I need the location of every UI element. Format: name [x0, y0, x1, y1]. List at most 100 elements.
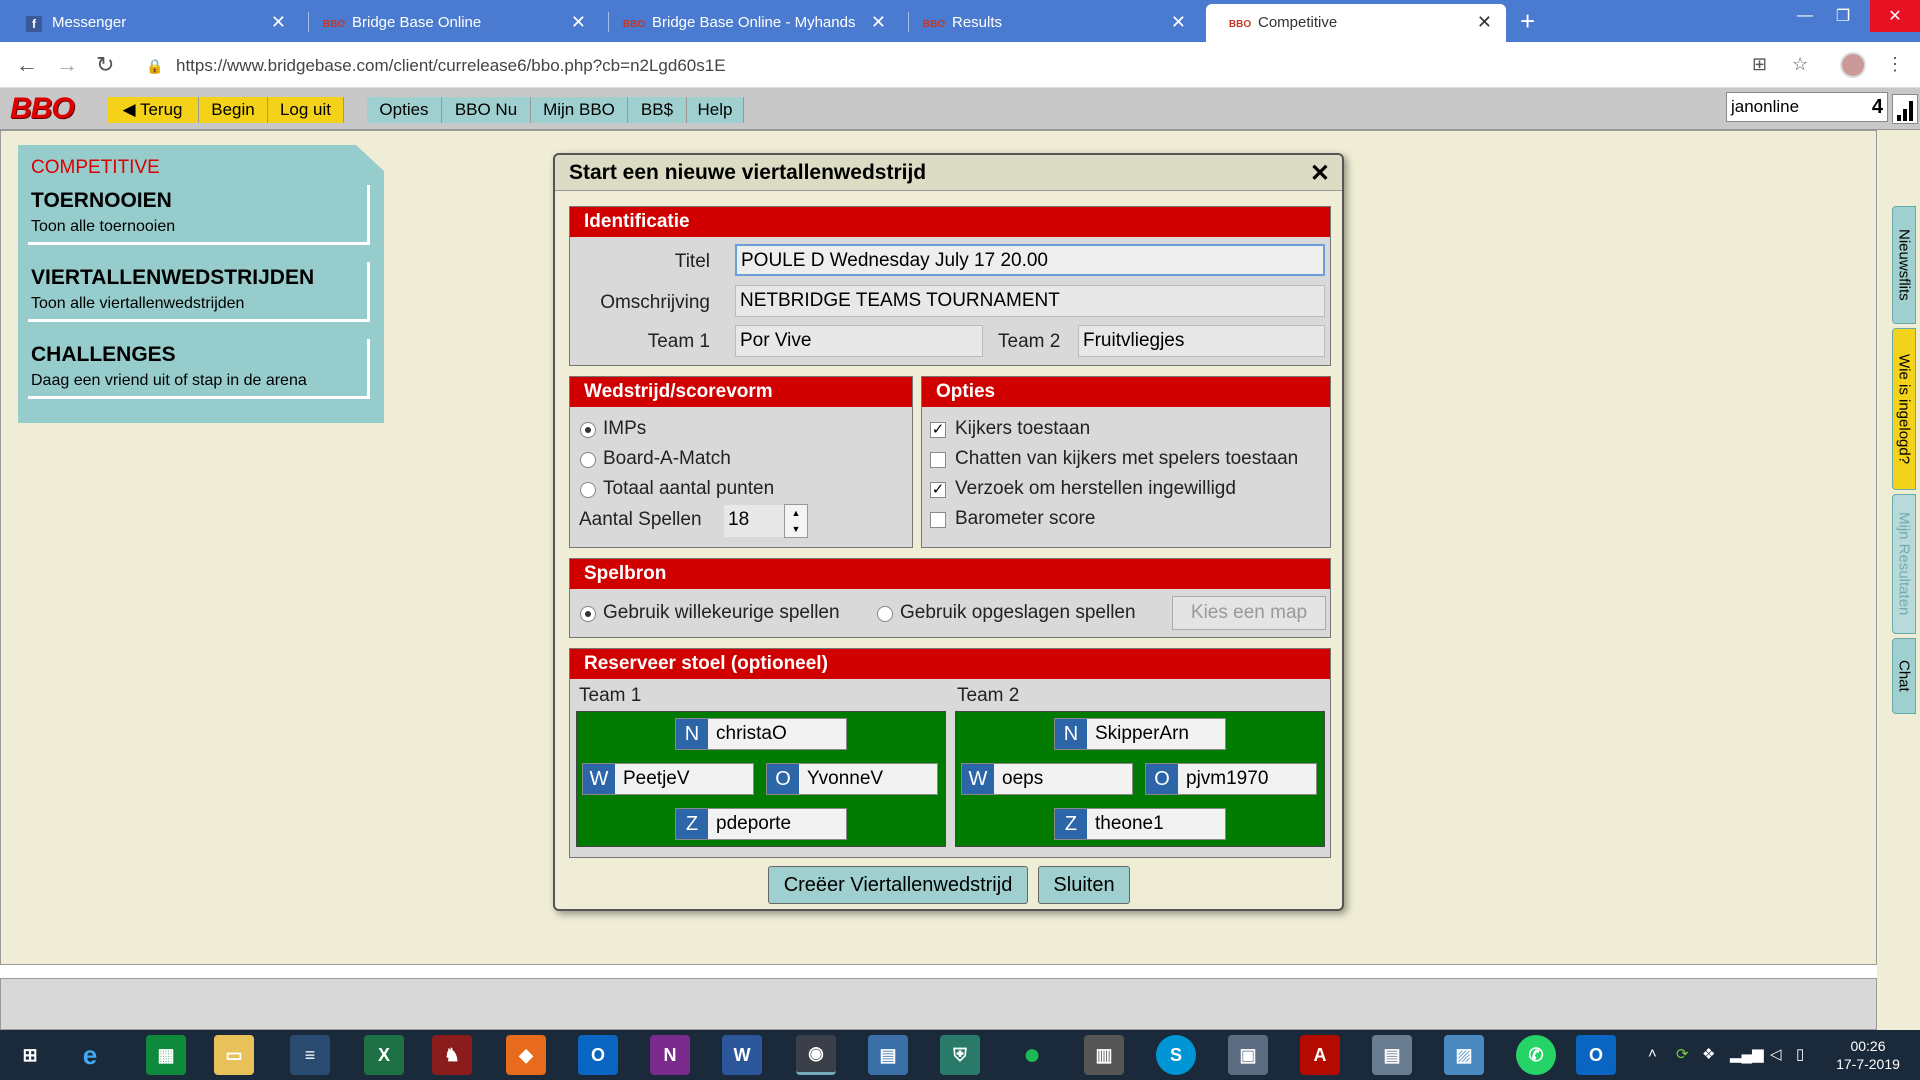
bbs-button[interactable]: BB$ [628, 97, 687, 123]
skype-icon[interactable]: S [1156, 1035, 1196, 1075]
seat-north-team1[interactable]: N christaO [675, 718, 847, 750]
seat-south-team2[interactable]: Z theone1 [1054, 808, 1226, 840]
dropbox-icon[interactable]: ❖ [1702, 1045, 1715, 1063]
tab-myhands[interactable]: BBO Bridge Base Online - Myhands ✕ [600, 4, 900, 42]
game-icon[interactable]: ♞ [432, 1035, 472, 1075]
store-icon[interactable]: ▦ [146, 1035, 186, 1075]
tab-news[interactable]: Nieuwsflits [1892, 206, 1916, 324]
seat-player: SkipperArn [1095, 723, 1189, 744]
menu-item-team-matches[interactable]: VIERTALLENWEDSTRIJDEN Toon alle viertall… [28, 262, 370, 322]
printer-ink-icon[interactable]: ▥ [1084, 1035, 1124, 1075]
close-icon[interactable]: ✕ [1477, 12, 1492, 33]
tab-my-results[interactable]: Mijn Resultaten [1892, 494, 1916, 634]
reload-icon[interactable]: ↻ [96, 52, 114, 78]
boards-input[interactable]: 18 [724, 505, 784, 537]
tab-chat[interactable]: Chat [1892, 638, 1916, 714]
restore-icon[interactable]: ❐ [1818, 0, 1868, 32]
checkbox-barometer[interactable] [930, 512, 946, 528]
checkbox-undo-granted[interactable]: ✓ [930, 482, 946, 498]
boards-stepper[interactable]: ▲ ▼ [784, 504, 808, 538]
tab-label: Bridge Base Online - Myhands [652, 14, 856, 31]
begin-button[interactable]: Begin [199, 97, 268, 123]
bbo-now-button[interactable]: BBO Nu [442, 97, 531, 123]
photos-icon[interactable]: ▨ [1444, 1035, 1484, 1075]
window-close-icon[interactable]: ✕ [1870, 0, 1920, 32]
file-explorer-icon[interactable]: ▭ [214, 1035, 254, 1075]
team2-seat-table: N SkipperArn W oeps O pjvm1970 Z theone1 [955, 711, 1325, 847]
back-button[interactable]: ◀ Terug [107, 97, 199, 123]
my-bbo-button[interactable]: Mijn BBO [531, 97, 628, 123]
close-icon[interactable]: ✕ [1310, 159, 1330, 188]
forward-arrow-icon[interactable]: → [56, 52, 78, 78]
tab-results[interactable]: BBO Results ✕ [900, 4, 1200, 42]
back-arrow-icon[interactable]: ← [16, 52, 38, 78]
title-input[interactable]: POULE D Wednesday July 17 20.00 [735, 244, 1325, 276]
archive-icon[interactable]: ▣ [1228, 1035, 1268, 1075]
url-input[interactable]: 🔒 https://www.bridgebase.com/client/curr… [146, 50, 1746, 82]
menu-item-challenges[interactable]: CHALLENGES Daag een vriend uit of stap i… [28, 339, 370, 399]
username-box[interactable]: janonline 4 [1726, 92, 1888, 122]
logout-button[interactable]: Log uit [268, 97, 344, 123]
choose-folder-button[interactable]: Kies een map [1172, 596, 1326, 630]
clock[interactable]: 00:26 17-7-2019 [1828, 1037, 1908, 1073]
tab-messenger[interactable]: f Messenger ✕ [0, 4, 300, 42]
outlook-icon[interactable]: O [578, 1035, 618, 1075]
word-icon[interactable]: W [722, 1035, 762, 1075]
tab-who-is-online[interactable]: Wie is ingelogd? [1892, 328, 1916, 490]
seat-north-team2[interactable]: N SkipperArn [1054, 718, 1226, 750]
sync-icon[interactable]: ⟳ [1676, 1045, 1689, 1063]
wifi-icon[interactable]: ▂▄▆ [1730, 1045, 1764, 1063]
whatsapp-icon[interactable]: ✆ [1516, 1035, 1556, 1075]
tray-chevron-icon[interactable]: ˄ [1648, 1045, 1657, 1062]
seat-player: pdeporte [716, 813, 792, 834]
radio-board-a-match[interactable] [580, 452, 596, 468]
chrome-icon[interactable]: ◉ [796, 1035, 836, 1075]
seat-east-team1[interactable]: O YvonneV [766, 763, 938, 795]
translate-icon[interactable]: ⊞ [1752, 54, 1767, 75]
help-button[interactable]: Help [687, 97, 744, 123]
team2-input[interactable]: Fruitvliegjes [1078, 325, 1325, 357]
seat-east-team2[interactable]: O pjvm1970 [1145, 763, 1317, 795]
signal-strength-icon[interactable] [1892, 94, 1918, 124]
volume-icon[interactable]: ◁ [1770, 1045, 1782, 1063]
battery-icon[interactable]: ▯ [1796, 1045, 1804, 1063]
fax-icon[interactable]: ▤ [1372, 1035, 1412, 1075]
new-tab-icon[interactable]: + [1520, 6, 1535, 37]
create-match-button[interactable]: Creëer Viertallenwedstrijd [768, 866, 1028, 904]
onenote-icon[interactable]: N [650, 1035, 690, 1075]
close-button[interactable]: Sluiten [1038, 866, 1130, 904]
menu-kebab-icon[interactable]: ⋮ [1886, 54, 1904, 75]
tab-bridge-base-online[interactable]: BBO Bridge Base Online ✕ [300, 4, 600, 42]
avatar[interactable] [1840, 52, 1866, 78]
close-icon[interactable]: ✕ [871, 12, 886, 33]
windows-start-icon[interactable]: ⊞ [10, 1035, 50, 1075]
checkbox-allow-spectators[interactable]: ✓ [930, 422, 946, 438]
description-input[interactable]: NETBRIDGE TEAMS TOURNAMENT [735, 285, 1325, 317]
scanner-icon[interactable]: ▤ [868, 1035, 908, 1075]
excel-icon[interactable]: X [364, 1035, 404, 1075]
notes-app-icon[interactable]: ≡ [290, 1035, 330, 1075]
radio-total-points[interactable] [580, 482, 596, 498]
close-icon[interactable]: ✕ [1171, 12, 1186, 33]
tag-app-icon[interactable]: ◆ [506, 1035, 546, 1075]
options-button[interactable]: Opties [367, 97, 442, 123]
bbo-toolbar: BBO ◀ Terug Begin Log uit Opties BBO Nu … [0, 88, 1920, 130]
close-icon[interactable]: ✕ [271, 12, 286, 33]
radio-random-boards[interactable] [580, 606, 596, 622]
radio-saved-boards[interactable] [877, 606, 893, 622]
tab-competitive[interactable]: BBO Competitive ✕ [1206, 4, 1506, 42]
seat-west-team2[interactable]: W oeps [961, 763, 1133, 795]
security-shield-icon[interactable]: ⛨ [940, 1035, 980, 1075]
radio-imps[interactable] [580, 422, 596, 438]
close-icon[interactable]: ✕ [571, 12, 586, 33]
seat-south-team1[interactable]: Z pdeporte [675, 808, 847, 840]
bookmark-star-icon[interactable]: ☆ [1792, 54, 1808, 75]
spotify-icon[interactable]: ● [1012, 1035, 1052, 1075]
menu-item-tournaments[interactable]: TOERNOOIEN Toon alle toernooien [28, 185, 370, 245]
team1-input[interactable]: Por Vive [735, 325, 983, 357]
acrobat-icon[interactable]: A [1300, 1035, 1340, 1075]
outlook-mail-icon[interactable]: O [1576, 1035, 1616, 1075]
internet-explorer-icon[interactable]: e [70, 1035, 110, 1075]
checkbox-spectator-chat[interactable] [930, 452, 946, 468]
seat-west-team1[interactable]: W PeetjeV [582, 763, 754, 795]
